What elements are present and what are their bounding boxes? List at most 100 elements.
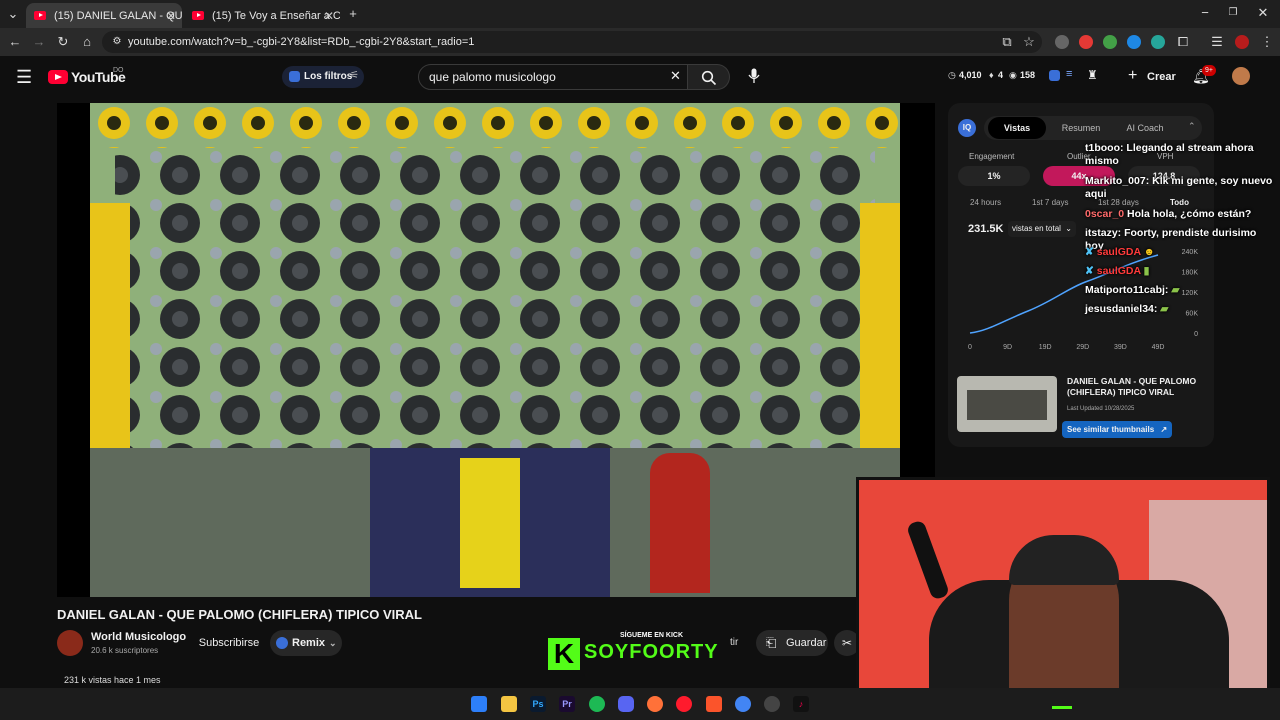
range-7d[interactable]: 1st 7 days [1032,198,1068,207]
x-tick-label: 9D [1003,344,1012,351]
views-select[interactable]: vistas en total ⌄ [1008,221,1076,237]
video-thumbnail[interactable] [957,376,1057,432]
tab-resumen[interactable]: Resumen [1052,117,1110,139]
extension-icon[interactable] [1103,35,1117,49]
x-tick-label: 49D [1152,344,1165,351]
bookmark-star-icon[interactable]: ☆ [1020,33,1038,51]
iq-icon[interactable] [1049,70,1060,81]
kick-overlay-name: SOYFOORTY [584,641,719,663]
profile-avatar-icon[interactable] [1235,35,1249,49]
last-updated: Last Updated 10/28/2025 [1067,406,1135,412]
thumbnail-title: DANIEL GALAN - QUE PALOMO (CHIFLERA) TIP… [1067,376,1197,397]
tab-label: (15) Te Voy a Enseñar a Crear y [212,9,340,22]
extension-icon[interactable] [1055,35,1069,49]
extension-icon[interactable] [1079,35,1093,49]
brave-icon[interactable] [706,696,722,712]
x-tick-label: 19D [1039,344,1052,351]
likes-stat-icon: ♦ [989,70,994,80]
create-button[interactable]: + Crear [1122,64,1178,90]
reading-list-icon[interactable]: ☰ [1208,33,1226,51]
account-avatar[interactable] [1232,67,1250,85]
tab-vistas[interactable]: Vistas [988,117,1046,139]
channel-avatar[interactable] [57,630,83,656]
channel-name[interactable]: World Musicologo [91,631,186,643]
chrome-icon[interactable] [735,696,751,712]
save-label: Guardar [786,637,827,649]
photoshop-icon[interactable]: Ps [530,696,546,712]
x-tick-label: 0 [968,344,972,351]
home-icon[interactable]: ⌂ [78,33,96,51]
video-player[interactable] [57,103,935,597]
back-icon[interactable]: ← [6,33,24,51]
install-app-icon[interactable]: ⧉ [998,33,1016,51]
kick-logo-icon: K [548,638,580,670]
windows-start-icon[interactable] [471,696,487,712]
chat-message: jesusdaniel34: ▰ [1085,303,1275,316]
remix-button[interactable]: Remix ⌄ [270,630,342,656]
save-button[interactable]: ⎗ Guardar [756,630,828,656]
windows-taskbar: Ps Pr ♪ [0,688,1280,720]
discord-icon[interactable] [618,696,634,712]
chat-message: Matiporto11cabj: ▰ [1085,284,1275,297]
notifications-badge: 9+ [1202,65,1216,76]
youtube-logo-icon[interactable] [48,70,68,84]
close-tab-icon[interactable]: ✕ [166,9,176,23]
site-info-icon[interactable]: ⚙ [108,33,126,51]
forward-icon[interactable]: → [30,33,48,51]
url-field[interactable]: youtube.com/watch?v=b_-cgbi-2Y8&list=RDb… [102,31,1042,53]
see-similar-thumbnails-button[interactable]: See similar thumbnails ↗ [1062,421,1173,438]
person-graphic [650,453,710,593]
youtube-header: ☰ YouTube DO Los filtros ⚟ que palomo mu… [0,56,1280,100]
new-tab-icon[interactable]: + [344,5,362,23]
video-frame-speaker-wall [90,103,900,448]
chevron-up-icon[interactable]: ⌃ [1188,121,1196,132]
tab-active[interactable]: (15) DANIEL GALAN - QUE PALO ✕ [26,3,182,28]
extensions-puzzle-icon[interactable]: ⧠ [1174,33,1192,51]
create-label: Crear [1147,71,1176,83]
reload-icon[interactable]: ↻ [54,33,72,51]
firefox-icon[interactable] [647,696,663,712]
window-close-icon[interactable]: ✕ [1254,4,1272,22]
x-tick-label: 39D [1114,344,1127,351]
extension-icon[interactable] [1127,35,1141,49]
file-explorer-icon[interactable] [501,696,517,712]
voice-search-icon[interactable] [748,68,760,85]
subscribe-button[interactable]: Subscribirse [196,630,262,656]
views-chart: 240K180K120K60K00 9D 19D 29D 39D 49D [968,249,1198,351]
trophy-icon[interactable]: ♜ [1087,68,1098,82]
iq-logo-icon: IQ [958,119,976,137]
speaker-wall-graphic [90,103,900,448]
browser-tab-bar: ⌄ (15) DANIEL GALAN - QUE PALO ✕ (15) Te… [0,0,1280,28]
search-button[interactable] [688,64,730,90]
extension-icon[interactable] [1151,35,1165,49]
youtube-favicon-icon [192,11,204,20]
hamburger-menu-icon[interactable]: ☰ [16,67,32,88]
obs-icon[interactable] [764,696,780,712]
watch-stat-icon: ◉ [1009,70,1017,80]
minimize-icon[interactable]: − [1196,4,1214,22]
close-tab-icon[interactable]: ✕ [324,9,334,23]
chat-user: itstazy: [1085,227,1122,239]
chat-user: t1booo: [1085,142,1124,154]
range-24h[interactable]: 24 hours [970,198,1001,207]
premiere-icon[interactable]: Pr [559,696,575,712]
iq-chart-icon[interactable]: ≡ [1066,68,1072,80]
clear-search-icon[interactable]: ✕ [670,68,681,84]
views-stat: 4,010 [959,70,982,80]
tab-ai-coach[interactable]: AI Coach [1116,117,1174,139]
emote-icon: ☻ [1143,246,1155,258]
opera-icon[interactable] [676,696,692,712]
tab-inactive[interactable]: (15) Te Voy a Enseñar a Crear y ✕ [184,3,340,28]
chat-user: 0scar_0 [1085,208,1125,220]
spotify-icon[interactable] [589,696,605,712]
search-input[interactable]: que palomo musicologo [418,64,688,90]
browser-menu-icon[interactable]: ⋮ [1258,33,1276,51]
sword-badge-icon: ✘ [1085,265,1094,277]
tiktok-icon[interactable]: ♪ [793,696,809,712]
chat-user: Matiporto11cabj: [1085,284,1169,296]
filters-button[interactable]: Los filtros ⚟ [282,66,364,88]
chat-message: 0scar_0 Hola hola, ¿cómo están? [1085,208,1275,221]
tab-search-icon[interactable]: ⌄ [4,5,22,23]
restore-icon[interactable]: ❐ [1224,4,1242,22]
iq-filter-icon [289,71,300,82]
